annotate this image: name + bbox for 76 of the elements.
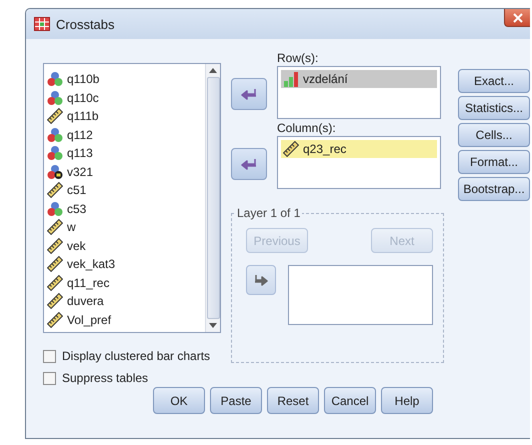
move-button[interactable] (246, 265, 276, 295)
variable-name: vzdelání (303, 72, 348, 86)
dialog-button[interactable]: OK (153, 387, 205, 414)
scroll-thumb[interactable] (206, 77, 220, 319)
variable-item[interactable]: w (44, 218, 205, 236)
checkbox[interactable] (43, 372, 56, 384)
variable-item[interactable]: q110c (44, 88, 205, 107)
ruler-icon (47, 219, 63, 236)
dialog-button[interactable]: Paste (210, 387, 262, 414)
variable-name: w (67, 220, 76, 234)
nominal-icon (47, 90, 63, 106)
string-nominal-icon (47, 164, 63, 180)
variable-name: duvera (67, 294, 104, 308)
bar-chart-icon (283, 71, 299, 87)
dialog-button[interactable]: Cancel (324, 387, 376, 414)
variable-item[interactable]: q110b (44, 70, 205, 88)
variable-name: vek_kat3 (67, 257, 116, 272)
checkbox-label: Suppress tables (62, 371, 148, 385)
nominal-icon (47, 71, 63, 88)
variable-name: q110c (67, 90, 99, 105)
dialog-button[interactable]: Cells... (458, 123, 530, 147)
variable-name: q11_rec (67, 276, 110, 290)
variable-item[interactable]: q113 (44, 144, 205, 162)
close-icon (512, 12, 522, 22)
ruler-icon (47, 238, 63, 254)
variable-item[interactable]: q23_rec (281, 140, 437, 158)
dialog-button[interactable]: Bootstrap... (458, 177, 530, 201)
window-title: Crosstabs (56, 16, 116, 32)
scroll-up-icon (209, 68, 217, 73)
arrow-icon (254, 274, 268, 286)
variable-item[interactable]: q112 (44, 126, 205, 144)
variable-name: c51 (67, 183, 86, 198)
variable-item[interactable]: vek_kat3 (44, 255, 205, 274)
table-icon (34, 17, 50, 31)
variable-item[interactable]: v321 (44, 162, 205, 181)
ruler-icon (283, 141, 299, 157)
variable-item[interactable]: vzdelání (281, 70, 437, 88)
variable-item[interactable]: duvera (44, 292, 205, 310)
nominal-icon (47, 145, 63, 162)
move-button[interactable] (231, 78, 267, 110)
variable-item[interactable]: q11_rec (44, 274, 205, 292)
variable-name: q112 (67, 128, 93, 142)
dialog-button[interactable]: Reset (267, 387, 319, 414)
checkbox-label: Display clustered bar charts (62, 349, 210, 363)
variable-name: q111b (67, 109, 99, 124)
variable-name: vek (67, 238, 86, 253)
variable-item[interactable]: c53 (44, 200, 205, 218)
variable-name: c53 (67, 202, 86, 216)
variable-name: Vol_pref (67, 312, 112, 327)
variable-name: q23_rec (303, 142, 346, 156)
close-button[interactable] (504, 9, 530, 27)
scrollbar[interactable] (205, 64, 220, 332)
curved-arrow-icon (241, 88, 257, 100)
ruler-icon (47, 293, 63, 310)
group-title: Layer 1 of 1 (235, 206, 302, 220)
move-button[interactable] (231, 148, 267, 180)
variable-item[interactable]: q111b (44, 107, 205, 126)
dialog-button[interactable]: Help (381, 387, 433, 414)
dialog-button[interactable]: Format... (458, 150, 530, 174)
variable-item[interactable]: Vol_pref (44, 310, 205, 329)
curved-arrow-icon (241, 158, 257, 170)
nominal-icon (47, 200, 63, 217)
variable-name: q113 (67, 146, 93, 160)
ruler-icon (47, 274, 63, 291)
variable-name: q110b (67, 72, 100, 86)
variable-name: v321 (67, 164, 94, 179)
dialog-button[interactable]: Exact... (458, 69, 530, 93)
dialog-button[interactable]: Statistics... (458, 96, 530, 120)
checkbox[interactable] (43, 350, 56, 362)
target-label: Row(s): (277, 51, 320, 65)
target-label: Column(s): (277, 121, 337, 135)
variable-item[interactable]: vek (44, 236, 205, 255)
ruler-icon (47, 256, 63, 272)
variable-item[interactable]: c51 (44, 181, 205, 200)
scroll-down-icon (209, 323, 217, 328)
nominal-icon (47, 126, 63, 143)
